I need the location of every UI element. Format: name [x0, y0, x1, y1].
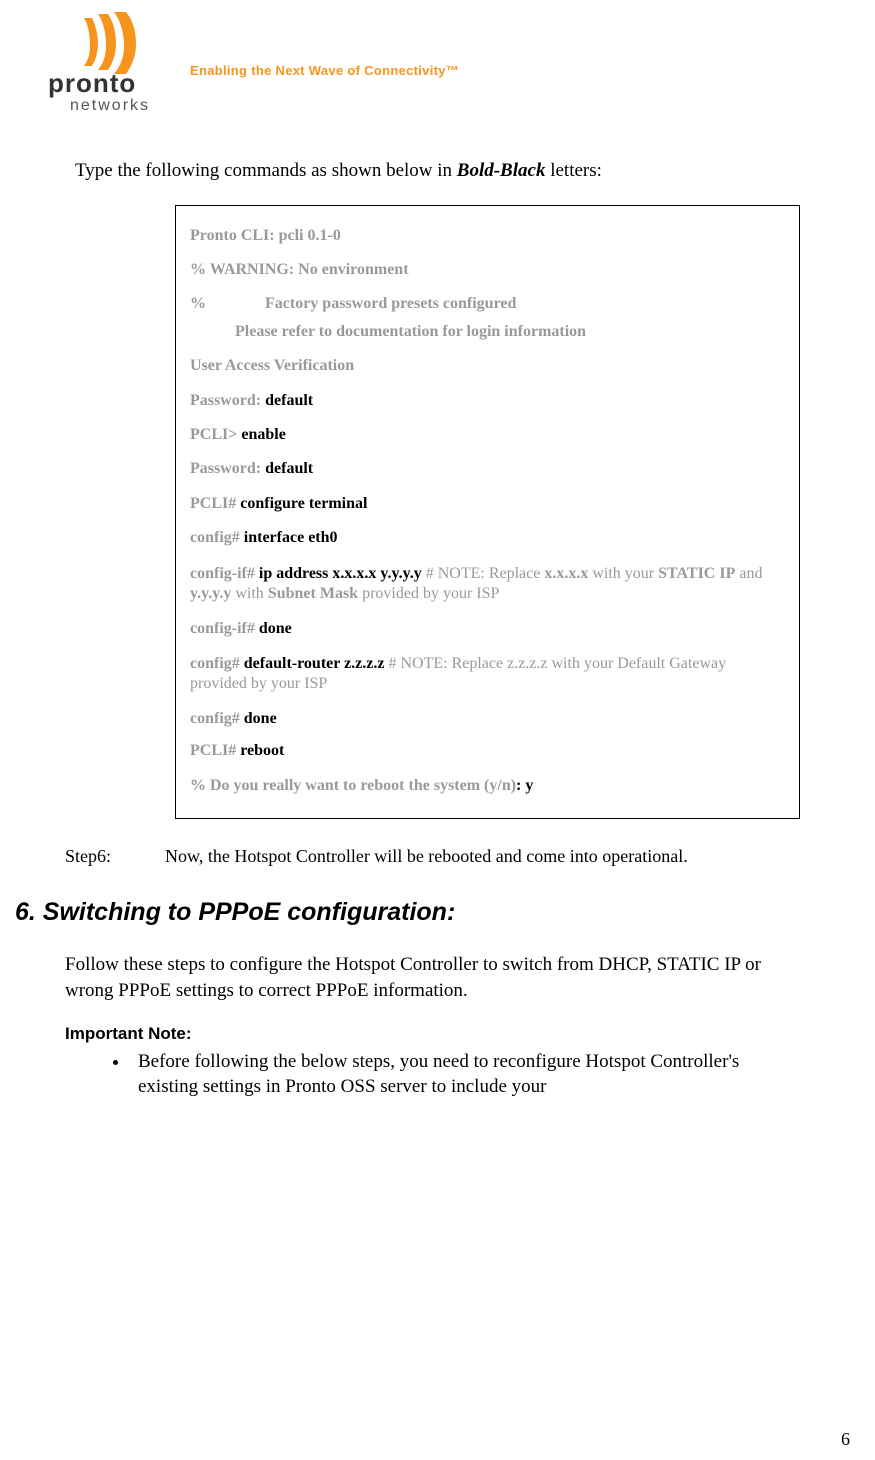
page-number: 6 [841, 1429, 850, 1450]
cli-prompt: PCLI# [190, 495, 240, 512]
cli-prompt: Password: [190, 460, 265, 477]
cli-input: configure terminal [240, 495, 367, 512]
cli-note: # NOTE: Replace [422, 565, 545, 582]
intro-emphasis: Bold-Black [457, 160, 546, 181]
important-note-heading: Important Note: [65, 1024, 835, 1044]
cli-note: with [231, 585, 267, 602]
cli-prompt: config# [190, 529, 244, 546]
step6-text: Now, the Hotspot Controller will be rebo… [165, 844, 835, 868]
cli-output-box: Pronto CLI: pcli 0.1-0 % WARNING: No env… [175, 205, 800, 819]
cli-input: done [259, 620, 292, 637]
cli-prompt: Password: [190, 392, 265, 409]
step6-label: Step6: [65, 844, 165, 868]
intro-paragraph: Type the following commands as shown bel… [75, 158, 835, 185]
cli-prompt: PCLI> [190, 426, 241, 443]
cli-input: done [244, 710, 277, 727]
cli-input: interface eth0 [244, 529, 338, 546]
document-header: pronto networks Enabling the Next Wave o… [40, 0, 835, 120]
section-6-paragraph: Follow these steps to configure the Hots… [65, 952, 800, 1003]
cli-prompt: config# [190, 710, 244, 727]
section-6-heading: 6. Switching to PPPoE configuration: [15, 898, 835, 927]
cli-input: enable [241, 426, 285, 443]
cli-note: provided by your ISP [358, 585, 499, 602]
cli-input: : y [516, 777, 533, 794]
cli-input: default-router z.z.z.z [244, 655, 385, 672]
cli-note: x.x.x.x [544, 565, 588, 582]
cli-input: default [265, 460, 313, 477]
intro-prefix: Type the following commands as shown bel… [75, 160, 457, 181]
cli-line: % [190, 295, 206, 312]
important-note-bullet: Before following the below steps, you ne… [130, 1049, 800, 1100]
cli-input: ip address x.x.x.x y.y.y.y [259, 565, 422, 582]
intro-suffix: letters: [545, 160, 601, 181]
svg-text:pronto: pronto [48, 68, 136, 98]
cli-prompt: PCLI# [190, 742, 240, 759]
cli-line: Factory password presets configured [210, 295, 516, 312]
cli-note: STATIC IP [658, 565, 735, 582]
tagline-text: Enabling the Next Wave of Connectivity™ [190, 63, 459, 78]
svg-text:networks: networks [70, 97, 150, 114]
step6-row: Step6: Now, the Hotspot Controller will … [65, 844, 835, 868]
cli-prompt: config-if# [190, 565, 259, 582]
cli-line: % WARNING: No environment [190, 261, 409, 278]
cli-prompt: config# [190, 655, 244, 672]
pronto-logo-icon: pronto networks [40, 10, 160, 120]
cli-note: y.y.y.y [190, 585, 231, 602]
cli-note: Subnet Mask [268, 585, 358, 602]
cli-line: Pronto CLI: pcli 0.1-0 [190, 227, 341, 244]
cli-line: Please refer to documentation for login … [190, 323, 586, 340]
cli-line: % Do you really want to reboot the syste… [190, 777, 516, 794]
cli-line: User Access Verification [190, 357, 354, 374]
important-note-list: Before following the below steps, you ne… [100, 1049, 800, 1100]
cli-note: with your [588, 565, 658, 582]
cli-prompt: config-if# [190, 620, 259, 637]
cli-note: and [735, 565, 762, 582]
cli-input: default [265, 392, 313, 409]
cli-input: reboot [240, 742, 284, 759]
